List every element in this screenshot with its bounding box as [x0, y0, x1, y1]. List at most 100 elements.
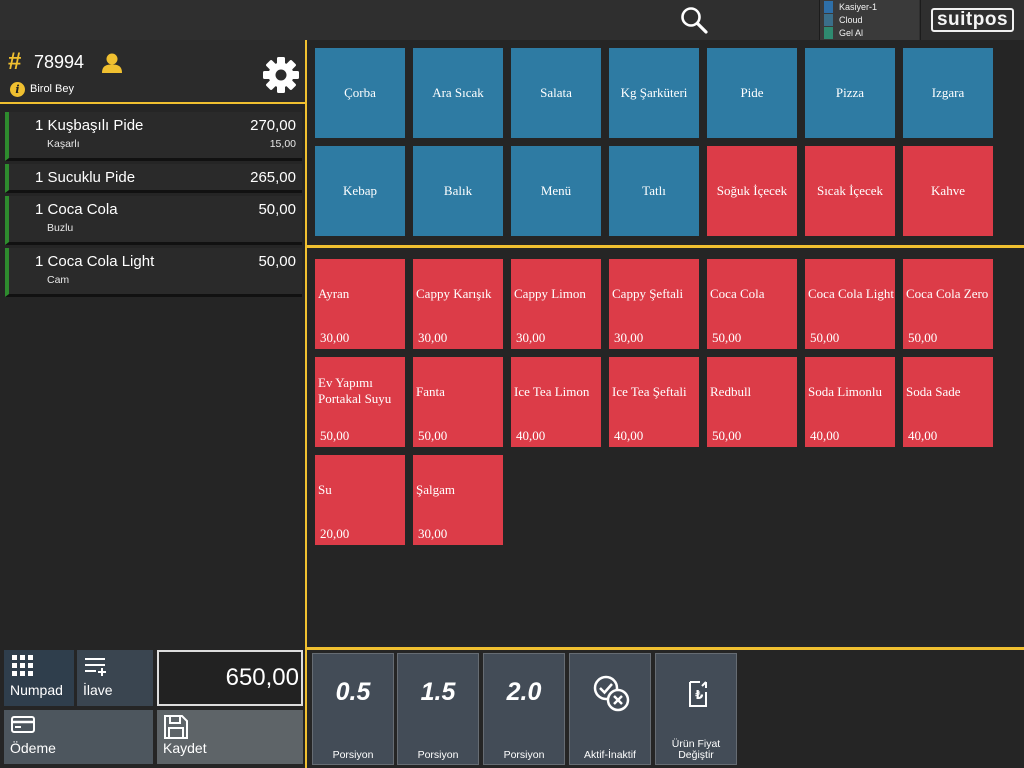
product-tile[interactable]: Ice Tea Limon 40,00 — [511, 357, 601, 447]
toggle-active-icon — [593, 675, 630, 712]
product-name: Şalgam — [416, 482, 455, 497]
category-menu[interactable]: Menü — [511, 146, 601, 236]
category-ara-sicak[interactable]: Ara Sıcak — [413, 48, 503, 138]
product-name: Ayran — [318, 286, 350, 301]
product-name: Cappy Limon — [514, 286, 586, 301]
portion-value: 0.5 — [335, 678, 371, 706]
product-price: 40,00 — [614, 428, 644, 443]
product-name: Cappy Karışık — [416, 286, 492, 301]
order-item-line: 1 Coca Cola Light 50,00 — [9, 248, 302, 274]
category-kg-sarkuteri[interactable]: Kg Şarküteri — [609, 48, 699, 138]
product-price: 40,00 — [810, 428, 840, 443]
payment-label: Ödeme — [10, 740, 56, 756]
save-button[interactable]: Kaydet — [157, 710, 303, 764]
order-items-list: 1 Kuşbaşılı Pide 270,00 Kaşarlı 15,00 1 … — [5, 112, 302, 300]
product-tile[interactable]: Coca Cola 50,00 — [707, 259, 797, 349]
product-tile[interactable]: Ice Tea Şeftali 40,00 — [609, 357, 699, 447]
category-kebap[interactable]: Kebap — [315, 146, 405, 236]
product-price: 30,00 — [516, 330, 546, 345]
category-corba[interactable]: Çorba — [315, 48, 405, 138]
order-item-name: 1 Kuşbaşılı Pide — [35, 116, 144, 134]
product-tile[interactable]: Soda Limonlu 40,00 — [805, 357, 895, 447]
order-item[interactable]: 1 Sucuklu Pide 265,00 — [5, 164, 302, 193]
numpad-button[interactable]: Numpad — [4, 650, 74, 706]
status-takeaway: Gel Al — [824, 26, 863, 39]
product-tile[interactable]: Cappy Şeftali 30,00 — [609, 259, 699, 349]
order-header: # 78994 i Birol Bey — [0, 40, 305, 104]
order-number: 78994 — [34, 52, 85, 72]
product-tile[interactable]: Su 20,00 — [315, 455, 405, 545]
product-tile[interactable]: Şalgam 30,00 — [413, 455, 503, 545]
user-icon[interactable] — [101, 52, 123, 74]
category-label: Izgara — [931, 85, 965, 100]
order-item-line: 1 Kuşbaşılı Pide 270,00 — [9, 112, 302, 138]
product-name: Cappy Şeftali — [612, 286, 684, 301]
portion-2-0-button[interactable]: 2.0 Porsiyon — [483, 653, 565, 765]
extra-button[interactable]: İlave — [77, 650, 153, 706]
product-tile[interactable]: Coca Cola Light 50,00 — [805, 259, 895, 349]
product-name: Fanta — [416, 384, 445, 399]
change-price-button[interactable]: ₺ Ürün Fiyat Değiştir — [655, 653, 737, 765]
payment-button[interactable]: Ödeme — [4, 710, 153, 764]
product-tile[interactable]: Soda Sade 40,00 — [903, 357, 993, 447]
active-inactive-label: Aktif-İnaktif — [584, 749, 636, 761]
category-balik[interactable]: Balık — [413, 146, 503, 236]
status-cashier-label: Kasiyer-1 — [839, 1, 878, 12]
modifier-price: 15,00 — [269, 138, 296, 150]
search-button[interactable] — [676, 3, 712, 37]
product-tile[interactable]: Fanta 50,00 — [413, 357, 503, 447]
product-tile[interactable]: Coca Cola Zero 50,00 — [903, 259, 993, 349]
category-tatli[interactable]: Tatlı — [609, 146, 699, 236]
product-name: Ice Tea Limon — [514, 384, 590, 399]
category-divider — [307, 245, 1024, 248]
portion-0-5-button[interactable]: 0.5 Porsiyon — [312, 653, 394, 765]
grid-icon — [12, 655, 33, 676]
product-tile[interactable]: Cappy Karışık 30,00 — [413, 259, 503, 349]
price-change-icon: ₺ — [689, 681, 707, 707]
order-item[interactable]: 1 Kuşbaşılı Pide 270,00 Kaşarlı 15,00 — [5, 112, 302, 161]
product-price: 30,00 — [320, 330, 350, 345]
product-price: 50,00 — [418, 428, 448, 443]
order-item[interactable]: 1 Coca Cola Light 50,00 Cam — [5, 248, 302, 297]
portion-1-5-button[interactable]: 1.5 Porsiyon — [397, 653, 479, 765]
order-item-name: 1 Coca Cola Light — [35, 252, 155, 270]
active-inactive-button[interactable]: Aktif-İnaktif — [569, 653, 651, 765]
product-name: Soda Limonlu — [808, 384, 883, 399]
portion-value: 1.5 — [420, 678, 456, 706]
product-name: Soda Sade — [906, 384, 961, 399]
change-price-label: Ürün Fiyat Değiştir — [671, 738, 721, 761]
category-salata[interactable]: Salata — [511, 48, 601, 138]
pos-screen: Kasiyer-1 Cloud Gel Al suitpos # 78994 i — [0, 0, 1024, 768]
category-label: Kebap — [343, 183, 377, 198]
customer-name[interactable]: Birol Bey — [30, 83, 74, 95]
modifier-name: Cam — [47, 274, 70, 286]
product-price: 50,00 — [908, 330, 938, 345]
category-kahve[interactable]: Kahve — [903, 146, 993, 236]
category-label: Pizza — [835, 85, 865, 100]
category-soguk-icecek[interactable]: Soğuk İçecek — [707, 146, 797, 236]
product-tile[interactable]: Redbull 50,00 — [707, 357, 797, 447]
order-item-name: 1 Coca Cola — [35, 200, 118, 218]
product-price: 50,00 — [712, 330, 742, 345]
category-label: Salata — [540, 85, 572, 100]
list-add-icon — [85, 658, 106, 676]
category-label: Menü — [540, 183, 572, 198]
category-pide[interactable]: Pide — [707, 48, 797, 138]
category-label: Soğuk İçecek — [716, 183, 788, 198]
category-sicak-icecek[interactable]: Sıcak İçecek — [805, 146, 895, 236]
status-takeaway-marker — [824, 26, 833, 39]
order-item[interactable]: 1 Coca Cola 50,00 Buzlu — [5, 196, 302, 245]
category-label: Pide — [740, 85, 764, 100]
product-tile[interactable]: Ev Yapımı Portakal Suyu 50,00 — [315, 357, 405, 447]
order-item-price: 270,00 — [250, 116, 296, 134]
product-tile[interactable]: Ayran 30,00 — [315, 259, 405, 349]
status-cloud-marker — [824, 13, 833, 26]
category-izgara[interactable]: Izgara — [903, 48, 993, 138]
product-tile[interactable]: Cappy Limon 30,00 — [511, 259, 601, 349]
order-item-name: 1 Sucuklu Pide — [35, 168, 136, 186]
gear-icon[interactable] — [262, 56, 300, 94]
status-cloud-label: Cloud — [839, 14, 863, 25]
status-cashier: Kasiyer-1 — [824, 0, 877, 13]
category-pizza[interactable]: Pizza — [805, 48, 895, 138]
product-price: 50,00 — [320, 428, 350, 443]
